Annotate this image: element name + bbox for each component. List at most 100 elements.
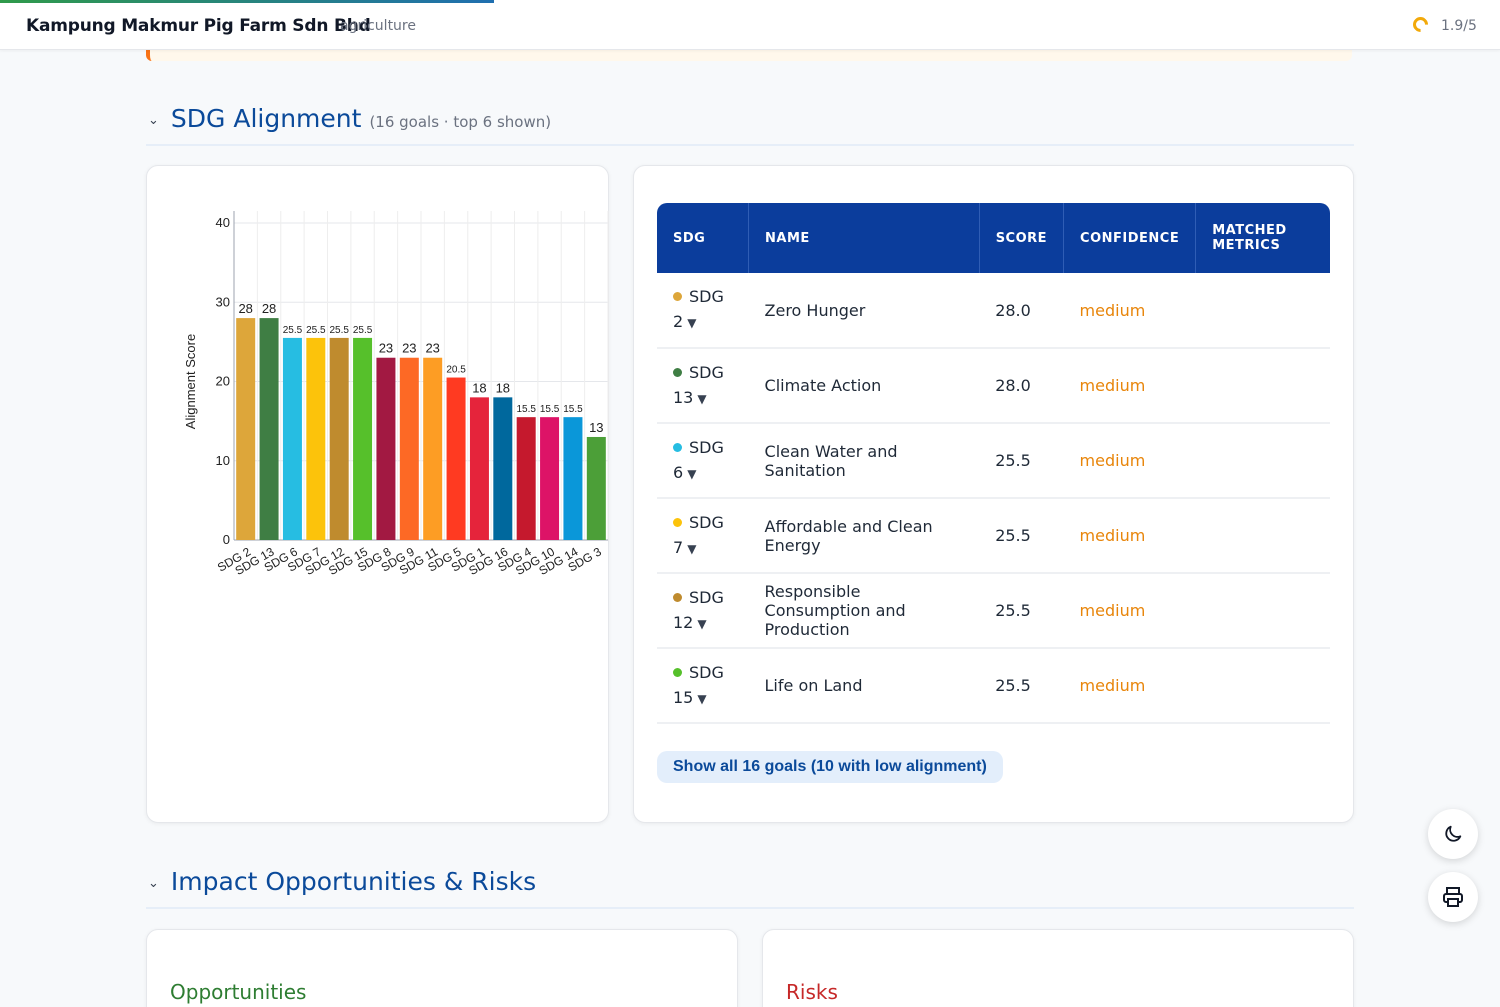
header-confidence[interactable]: CONFIDENCE: [1063, 203, 1197, 273]
bar-sdg-12: [329, 337, 349, 540]
table-row[interactable]: SDG 6 ▼ Clean Water and Sanitation 25.5 mediu…: [657, 423, 1330, 498]
sdg-cell[interactable]: SDG 15 ▼: [657, 648, 749, 723]
data-label: 23: [379, 341, 393, 356]
sdg-table-wrapper: SDG NAME SCORE CONFIDENCE MATCHED METRIC…: [657, 203, 1330, 724]
data-label: 18: [472, 380, 486, 395]
sdg-cell[interactable]: SDG 13 ▼: [657, 348, 749, 423]
sdg-prefix: SDG: [689, 437, 724, 457]
sdg-number: 13: [673, 387, 694, 407]
expand-caret-icon[interactable]: ▼: [697, 692, 706, 706]
sdg-cell[interactable]: SDG 6 ▼: [657, 423, 749, 498]
bar-sdg-1: [469, 397, 489, 540]
sdg-matched-metrics: [1196, 423, 1330, 498]
sdg-color-dot: [673, 442, 682, 452]
sector-label: agriculture: [340, 18, 416, 34]
bar-sdg-2: [236, 318, 256, 540]
sdg-prefix: SDG: [689, 587, 724, 607]
sdg-color-dot: [673, 667, 682, 677]
data-label: 25.5: [306, 325, 326, 336]
score-ring-icon: [1409, 13, 1432, 36]
sdg-matched-metrics: [1196, 498, 1330, 573]
y-tick-label: 10: [216, 453, 230, 468]
header-score[interactable]: SCORE: [979, 203, 1065, 273]
sdg-matched-metrics: [1196, 273, 1330, 348]
sdg-cell[interactable]: SDG 2 ▼: [657, 273, 749, 348]
sdg-confidence: medium: [1079, 601, 1146, 620]
sdg-cell[interactable]: SDG 7 ▼: [657, 498, 749, 573]
data-label: 23: [402, 341, 416, 356]
opportunities-title: Opportunities: [170, 980, 307, 1004]
sdg-number: 12: [673, 612, 694, 632]
sdg-confidence: medium: [1079, 451, 1146, 470]
sdg-matched-metrics: [1196, 573, 1330, 648]
sdg-color-dot: [673, 292, 682, 301]
sdg-matched-metrics: [1196, 648, 1330, 723]
table-row[interactable]: SDG 7 ▼ Affordable and Clean Energy 25.5 medi…: [657, 498, 1330, 573]
risks-card: [762, 929, 1354, 1007]
sdg-name: Climate Action: [764, 376, 882, 395]
y-tick-label: 0: [223, 532, 230, 547]
bar-sdg-11: [423, 357, 443, 540]
section-title: Impact Opportunities & Risks: [170, 867, 537, 896]
bar-sdg-10: [540, 417, 560, 540]
bar-sdg-14: [563, 417, 583, 540]
data-label: 23: [425, 341, 439, 356]
page-progress-bar: [0, 0, 494, 3]
sdg-score: 25.5: [995, 451, 1031, 470]
expand-caret-icon[interactable]: ▼: [687, 316, 696, 330]
bar-sdg-16: [493, 397, 513, 540]
sdg-score: 25.5: [995, 601, 1031, 620]
data-label: 25.5: [329, 325, 349, 336]
bar-sdg-15: [353, 337, 373, 540]
sdg-score: 25.5: [995, 676, 1031, 695]
bar-sdg-9: [399, 357, 419, 540]
sdg-color-dot: [673, 367, 682, 377]
bar-sdg-13: [259, 318, 279, 540]
data-label: 20.5: [446, 365, 466, 376]
header-name[interactable]: NAME: [748, 203, 980, 273]
theme-toggle-button[interactable]: [1428, 809, 1478, 859]
data-label: 28: [238, 301, 252, 316]
table-row[interactable]: SDG 2 ▼ Zero Hunger 28.0 medium: [657, 273, 1330, 348]
expand-caret-icon[interactable]: ▼: [687, 467, 696, 481]
risks-title: Risks: [786, 980, 838, 1004]
impact-section-header[interactable]: ⌄ Impact Opportunities & Risks: [146, 867, 536, 896]
print-button[interactable]: [1428, 872, 1478, 922]
printer-icon: [1443, 887, 1463, 907]
y-tick-label: 30: [216, 294, 230, 309]
table-row[interactable]: SDG 12 ▼ Responsible Consumption and Produc…: [657, 573, 1330, 648]
sdg-name: Zero Hunger: [764, 300, 866, 320]
header-matched-metrics[interactable]: MATCHED METRICS: [1196, 203, 1330, 273]
expand-caret-icon[interactable]: ▼: [697, 617, 706, 631]
sdg-cell[interactable]: SDG 12 ▼: [657, 573, 749, 648]
sdg-name: Life on Land: [764, 676, 863, 695]
data-label: 25.5: [283, 325, 303, 336]
sdg-confidence: medium: [1079, 526, 1146, 545]
show-all-goals-button[interactable]: Show all 16 goals (10 with low alignment…: [657, 751, 1003, 783]
moon-icon: [1445, 825, 1462, 842]
expand-caret-icon[interactable]: ▼: [687, 542, 696, 556]
sdg-confidence: medium: [1079, 676, 1146, 695]
y-axis-label: Alignment Score: [183, 334, 198, 429]
data-label: 28: [262, 301, 276, 316]
sdg-color-dot: [673, 517, 682, 527]
top-bar: Kampung Makmur Pig Farm Sdn Bhd agricult…: [0, 0, 1500, 50]
sdg-prefix: SDG: [689, 362, 724, 382]
data-label: 25.5: [353, 325, 373, 336]
data-label: 15.5: [563, 404, 583, 415]
sdg-name: Affordable and Clean Energy: [764, 516, 933, 555]
sdg-number: 6: [673, 462, 684, 482]
sdg-number: 7: [673, 537, 684, 557]
table-row[interactable]: SDG 15 ▼ Life on Land 25.5 medium: [657, 648, 1330, 723]
table-row[interactable]: SDG 13 ▼ Climate Action 28.0 medium: [657, 348, 1330, 423]
header-sdg[interactable]: SDG: [657, 203, 750, 273]
sdg-number: 2: [673, 312, 684, 331]
bar-sdg-6: [282, 337, 302, 540]
chevron-down-icon[interactable]: ⌄: [148, 875, 159, 891]
data-label: 15.5: [540, 404, 560, 415]
sdg-name: Clean Water and Sanitation: [764, 441, 898, 480]
expand-caret-icon[interactable]: ▼: [697, 392, 706, 406]
sdg-score: 28.0: [995, 376, 1031, 395]
sdg-table: SDG NAME SCORE CONFIDENCE MATCHED METRIC…: [657, 203, 1330, 724]
sdg-prefix: SDG: [689, 287, 724, 306]
